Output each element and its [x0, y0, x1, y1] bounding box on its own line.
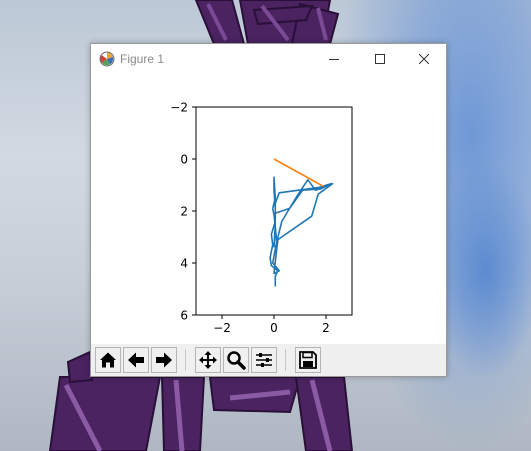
figure-canvas[interactable]: −2 0 2 −2 0 2 4 6: [91, 74, 446, 344]
y-tick-label: 0: [180, 153, 188, 167]
sliders-icon: [256, 353, 272, 367]
figure-window[interactable]: Figure 1 −2 0 2 −2 0 2 4 6: [90, 43, 447, 377]
x-tick-label: −2: [213, 321, 231, 335]
close-icon: [419, 54, 429, 64]
floppy-disk-icon: [299, 351, 317, 369]
title-bar[interactable]: Figure 1: [91, 44, 446, 74]
x-axis: −2 0 2: [213, 315, 330, 335]
home-button[interactable]: [95, 347, 121, 373]
y-tick-label: −2: [170, 101, 188, 115]
save-button[interactable]: [295, 347, 321, 373]
plot-lines-group: [269, 158, 334, 287]
configure-subplots-button[interactable]: [251, 347, 277, 373]
minimize-icon: [329, 59, 339, 60]
magnifier-icon: [227, 351, 246, 370]
toolbar-separator: [285, 349, 286, 371]
matplotlib-figure-icon: [99, 51, 115, 67]
arrow-left-icon: [128, 352, 144, 368]
x-tick-label: 0: [270, 321, 278, 335]
toolbar-separator: [185, 349, 186, 371]
home-icon: [100, 352, 116, 368]
close-button[interactable]: [401, 44, 447, 74]
x-tick-label: 2: [322, 321, 330, 335]
desktop-background: Figure 1 −2 0 2 −2 0 2 4 6: [0, 0, 531, 451]
back-button[interactable]: [123, 347, 149, 373]
maximize-button[interactable]: [357, 44, 403, 74]
forward-button[interactable]: [151, 347, 177, 373]
navigation-toolbar: [91, 344, 446, 376]
series-line-2: [273, 158, 324, 188]
y-tick-label: 4: [180, 257, 188, 271]
move-icon: [199, 351, 217, 369]
y-tick-label: 2: [180, 205, 188, 219]
minimize-button[interactable]: [311, 44, 357, 74]
y-axis: −2 0 2 4 6: [170, 101, 196, 323]
plot-svg: −2 0 2 −2 0 2 4 6: [170, 101, 353, 335]
window-title: Figure 1: [120, 52, 165, 66]
maximize-icon: [375, 54, 385, 64]
y-tick-label: 6: [180, 309, 188, 323]
pan-button[interactable]: [195, 347, 221, 373]
zoom-button[interactable]: [223, 347, 249, 373]
arrow-right-icon: [156, 352, 172, 368]
series-line-1: [269, 176, 334, 287]
